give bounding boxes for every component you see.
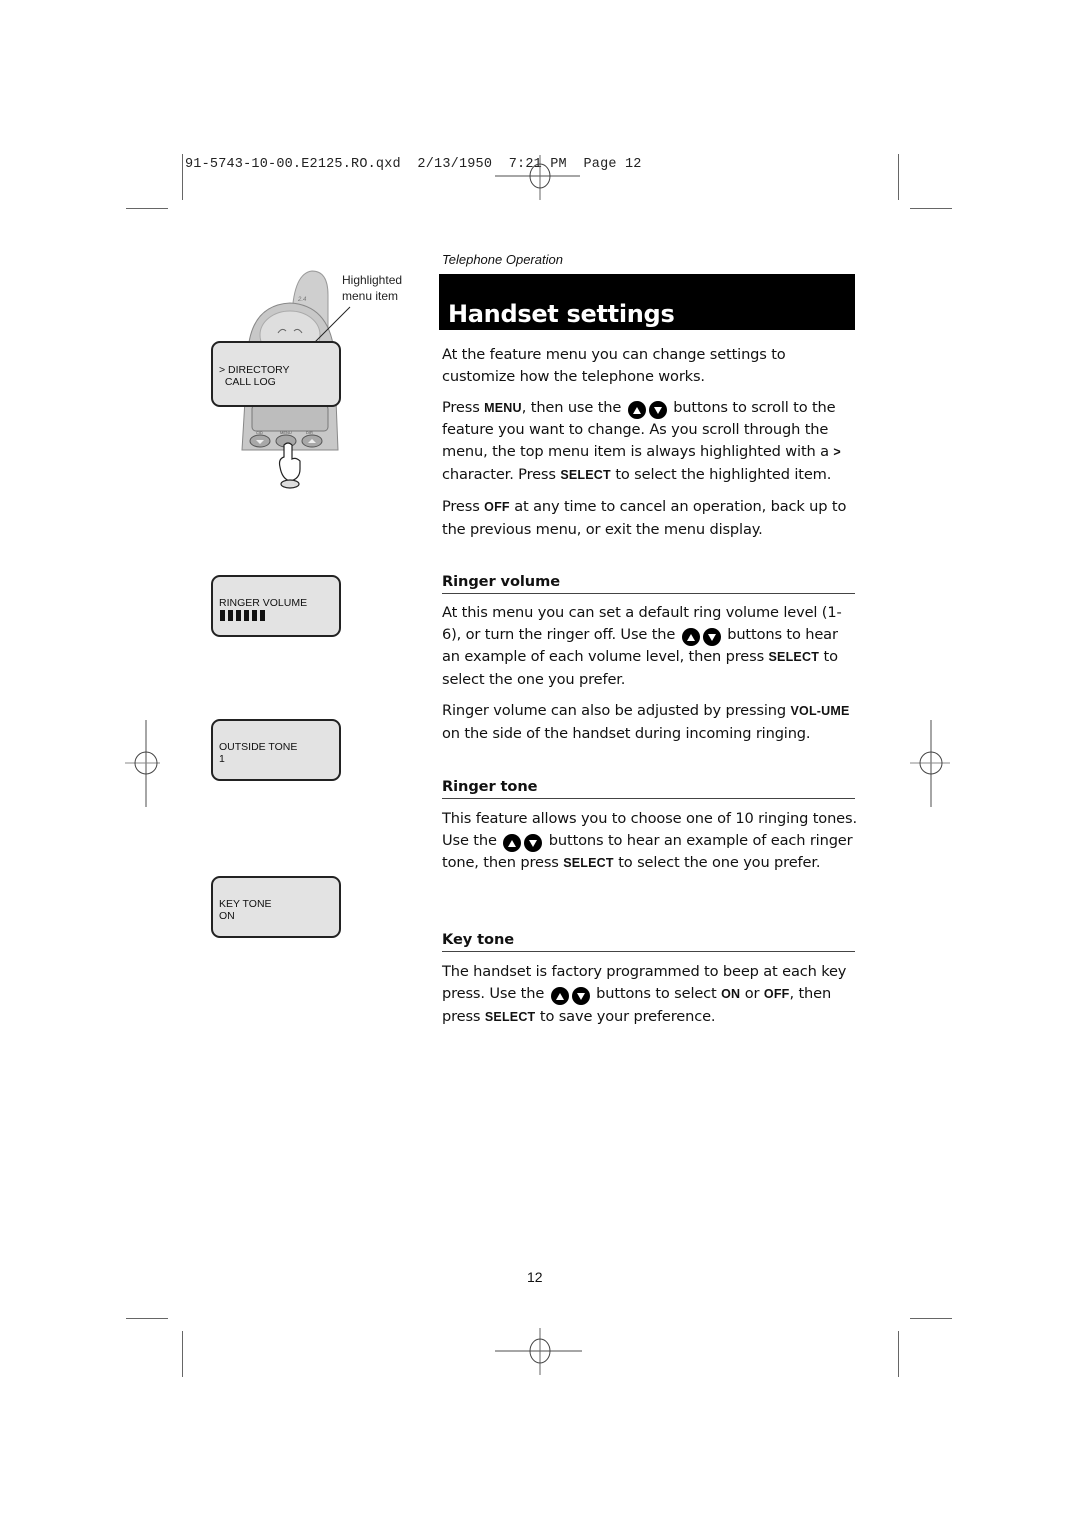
text: or bbox=[740, 984, 764, 1002]
down-arrow-icon bbox=[648, 401, 667, 420]
lcd-ringer-volume: RINGER VOLUME bbox=[211, 575, 341, 637]
registration-mark-left bbox=[125, 720, 160, 807]
ringer-tone-text: This feature allows you to choose one of… bbox=[442, 808, 858, 884]
crop-mark bbox=[910, 1318, 952, 1319]
key-tone-text: The handset is factory programmed to bee… bbox=[442, 961, 858, 1037]
lcd-key-tone: KEY TONE ON bbox=[211, 876, 341, 938]
off-key-label: OFF bbox=[484, 499, 510, 514]
down-arrow-icon bbox=[524, 834, 543, 853]
down-arrow-icon bbox=[571, 987, 590, 1006]
text: buttons to select bbox=[591, 984, 722, 1002]
crop-mark bbox=[898, 1331, 899, 1377]
select-key-label: SELECT bbox=[484, 1009, 536, 1024]
text: to select the one you prefer. bbox=[613, 854, 821, 872]
down-arrow-icon bbox=[702, 628, 721, 647]
up-arrow-icon bbox=[681, 628, 700, 647]
page-number: 12 bbox=[527, 1269, 543, 1285]
page-title-bar: Handset settings bbox=[439, 274, 855, 330]
volume-bar bbox=[220, 610, 225, 621]
button-label-dir: DIR bbox=[306, 430, 313, 435]
volume-bar bbox=[228, 610, 233, 621]
registration-mark-right bbox=[910, 720, 950, 807]
select-key-label: SELECT bbox=[560, 467, 611, 482]
heading-key-tone: Key tone bbox=[442, 931, 855, 952]
lcd-directory-display: > DIRECTORY CALL LOG bbox=[211, 341, 341, 407]
intro-paragraph-1: At the feature menu you can change setti… bbox=[442, 346, 786, 385]
text: to select the highlighted item. bbox=[610, 465, 832, 483]
up-down-buttons bbox=[627, 401, 667, 420]
ringer-volume-text: At this menu you can set a default ring … bbox=[442, 602, 858, 753]
key-tone-paragraph-1: The handset is factory programmed to bee… bbox=[442, 961, 858, 1028]
crop-mark bbox=[126, 1318, 168, 1319]
section-label: Telephone Operation bbox=[442, 252, 563, 267]
intro-text: At the feature menu you can change setti… bbox=[442, 344, 858, 549]
select-key-label: SELECT bbox=[563, 856, 614, 871]
volume-bar bbox=[244, 610, 249, 621]
text: , then use the bbox=[521, 398, 626, 416]
heading-ringer-tone: Ringer tone bbox=[442, 778, 855, 799]
crop-mark bbox=[182, 154, 183, 200]
crop-mark bbox=[182, 1331, 183, 1377]
intro-paragraph-2: Press MENU, then use the buttons to scro… bbox=[442, 397, 858, 487]
off-key-label: OFF bbox=[763, 986, 790, 1001]
text: Press bbox=[442, 398, 485, 416]
gt-character: > bbox=[833, 445, 841, 460]
lcd-line-2: CALL LOG bbox=[219, 376, 276, 388]
text: character. Press bbox=[442, 465, 561, 483]
select-key-label: SELECT bbox=[768, 650, 820, 665]
up-down-buttons bbox=[503, 834, 543, 853]
volume-key-label: VOL-UME bbox=[790, 703, 850, 718]
lcd-line-1: KEY TONE bbox=[219, 898, 272, 910]
up-down-buttons bbox=[550, 987, 590, 1006]
up-arrow-icon bbox=[503, 834, 522, 853]
menu-key-label: MENU bbox=[484, 400, 522, 415]
text: Ringer volume can also be adjusted by pr… bbox=[442, 701, 791, 719]
lcd-line-2: 1 bbox=[219, 753, 225, 765]
volume-level-bars bbox=[220, 610, 265, 621]
text: to save your preference. bbox=[535, 1007, 716, 1025]
on-key-label: ON bbox=[721, 986, 741, 1001]
registration-mark-top bbox=[495, 155, 580, 200]
text: on the side of the handset during incomi… bbox=[442, 724, 811, 742]
crop-mark bbox=[898, 154, 899, 200]
up-down-buttons bbox=[681, 628, 721, 647]
up-arrow-icon bbox=[627, 401, 646, 420]
button-label-cid: CID bbox=[256, 430, 263, 435]
antenna-label: 2.4 bbox=[297, 297, 307, 303]
lcd-line-1: > DIRECTORY bbox=[219, 364, 290, 376]
text: Press bbox=[442, 497, 485, 515]
intro-paragraph-3: Press OFF at any time to cancel an opera… bbox=[442, 496, 858, 541]
volume-bar bbox=[236, 610, 241, 621]
lcd-line-2: ON bbox=[219, 910, 235, 922]
volume-bar bbox=[252, 610, 257, 621]
ringer-volume-paragraph-2: Ringer volume can also be adjusted by pr… bbox=[442, 700, 858, 745]
crop-mark bbox=[910, 208, 952, 209]
volume-bar bbox=[260, 610, 265, 621]
lcd-line-1: RINGER VOLUME bbox=[219, 597, 308, 609]
ringer-tone-paragraph-1: This feature allows you to choose one of… bbox=[442, 808, 858, 875]
lcd-line-1: OUTSIDE TONE bbox=[219, 741, 298, 753]
page-title: Handset settings bbox=[448, 300, 675, 328]
heading-ringer-volume: Ringer volume bbox=[442, 573, 855, 594]
button-label-menu: MENU bbox=[280, 430, 292, 435]
lcd-outside-tone: OUTSIDE TONE 1 bbox=[211, 719, 341, 781]
registration-mark-bottom bbox=[495, 1328, 582, 1375]
ringer-volume-paragraph-1: At this menu you can set a default ring … bbox=[442, 602, 858, 691]
crop-mark bbox=[126, 208, 168, 209]
up-arrow-icon bbox=[550, 987, 569, 1006]
